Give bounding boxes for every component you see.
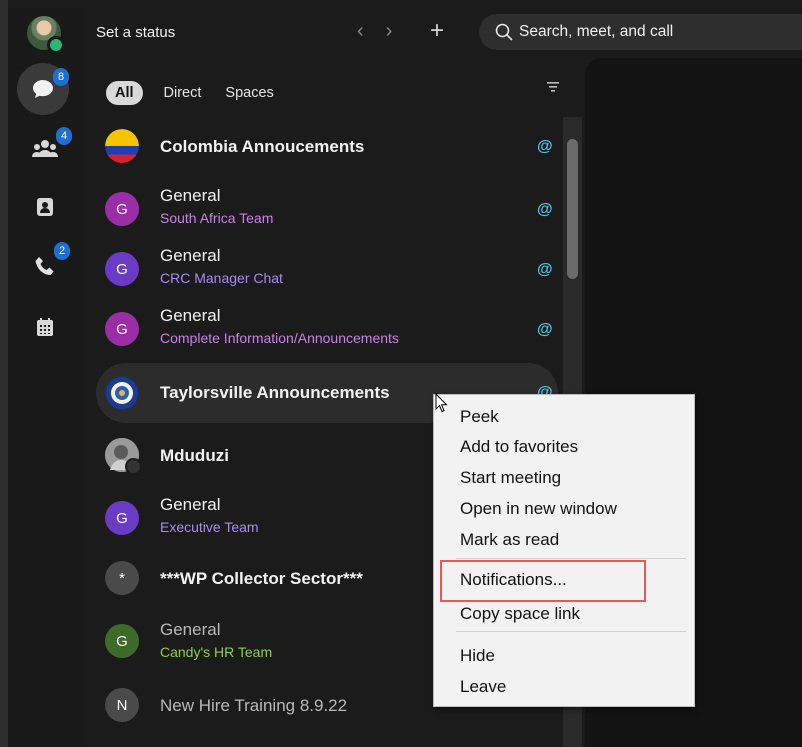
row-avatar: G <box>105 312 139 346</box>
row-title: General <box>160 495 221 514</box>
mention-icon: @ <box>537 201 553 218</box>
row-title: ***WP Collector Sector*** <box>160 569 363 588</box>
row-title: General <box>160 620 221 639</box>
scrollbar-thumb[interactable] <box>567 139 578 279</box>
teams-icon <box>32 140 58 157</box>
context-menu: Peek Add to favorites Start meeting Open… <box>433 394 695 707</box>
menu-item-copy-space-link[interactable]: Copy space link <box>460 604 580 624</box>
row-subtitle: Complete Information/Announcements <box>160 330 399 346</box>
highlight-annotation <box>440 560 646 602</box>
row-title: General <box>160 306 221 325</box>
messages-badge: 8 <box>53 68 69 86</box>
menu-separator <box>456 631 686 632</box>
row-avatar: N <box>105 688 139 722</box>
list-item[interactable]: G General CRC Manager Chat @ <box>96 240 558 300</box>
search-placeholder: Search, meet, and call <box>519 23 674 40</box>
contacts-icon <box>37 198 53 216</box>
row-avatar: G <box>105 252 139 286</box>
colombia-flag-icon <box>105 129 139 163</box>
menu-item-mark-as-read[interactable]: Mark as read <box>460 530 559 550</box>
row-title: General <box>160 186 221 205</box>
calling-nav[interactable]: 2 <box>18 240 72 294</box>
mention-icon: @ <box>537 261 553 278</box>
presence-indicator <box>47 36 65 54</box>
chat-bubble-icon <box>33 80 53 98</box>
tab-direct[interactable]: Direct <box>155 81 211 105</box>
menu-item-start-meeting[interactable]: Start meeting <box>460 468 561 488</box>
person-avatar-icon <box>105 438 142 475</box>
teams-nav[interactable]: 4 <box>18 121 72 175</box>
calendar-icon <box>37 318 53 336</box>
navigation-rail <box>8 8 85 747</box>
mention-icon: @ <box>537 138 553 155</box>
row-avatar: G <box>105 624 139 658</box>
back-arrow-icon[interactable]: ‹ <box>357 20 364 43</box>
menu-item-leave[interactable]: Leave <box>460 677 506 697</box>
search-icon <box>495 23 513 41</box>
row-title: General <box>160 246 221 265</box>
menu-item-open-in-new-window[interactable]: Open in new window <box>460 499 617 519</box>
contacts-nav[interactable] <box>18 180 72 234</box>
window-border <box>0 0 8 747</box>
row-title: Mduduzi <box>160 446 229 465</box>
calendar-nav[interactable] <box>18 300 72 354</box>
row-avatar: G <box>105 192 139 226</box>
messaging-nav[interactable]: 8 <box>17 63 69 115</box>
phone-icon <box>35 257 54 275</box>
row-title: Taylorsville Announcements <box>160 383 390 402</box>
menu-item-add-to-favorites[interactable]: Add to favorites <box>460 437 578 457</box>
mention-icon: @ <box>537 321 553 338</box>
row-title: New Hire Training 8.9.22 <box>160 696 348 715</box>
forward-arrow-icon[interactable]: › <box>386 20 393 43</box>
calls-badge: 2 <box>54 242 70 260</box>
city-seal-icon <box>105 376 139 410</box>
away-clock-icon <box>125 458 142 475</box>
new-plus-button[interactable]: + <box>430 17 444 45</box>
filter-icon[interactable] <box>547 82 559 92</box>
teams-badge: 4 <box>56 127 72 145</box>
row-subtitle: Executive Team <box>160 519 259 535</box>
mouse-pointer-icon <box>435 393 448 413</box>
set-status-button[interactable]: Set a status <box>96 24 175 41</box>
profile-avatar[interactable] <box>27 16 65 54</box>
menu-separator <box>456 558 686 559</box>
menu-item-peek[interactable]: Peek <box>460 407 499 427</box>
row-avatar: * <box>105 561 139 595</box>
menu-item-hide[interactable]: Hide <box>460 646 495 666</box>
list-item[interactable]: G General Complete Information/Announcem… <box>96 300 558 360</box>
history-navigation: ‹ › <box>357 20 392 43</box>
row-subtitle: Candy's HR Team <box>160 644 273 660</box>
filter-tabs: All Direct Spaces <box>106 81 283 105</box>
search-bar[interactable]: Search, meet, and call <box>479 14 802 50</box>
tab-all[interactable]: All <box>106 81 143 105</box>
row-avatar: G <box>105 501 139 535</box>
tab-spaces[interactable]: Spaces <box>216 81 282 105</box>
row-title: Colombia Annoucements <box>160 137 365 156</box>
list-item[interactable]: G General South Africa Team @ <box>96 180 558 240</box>
row-subtitle: South Africa Team <box>160 210 274 226</box>
row-subtitle: CRC Manager Chat <box>160 270 283 286</box>
list-item[interactable]: Colombia Annoucements @ <box>96 120 558 180</box>
